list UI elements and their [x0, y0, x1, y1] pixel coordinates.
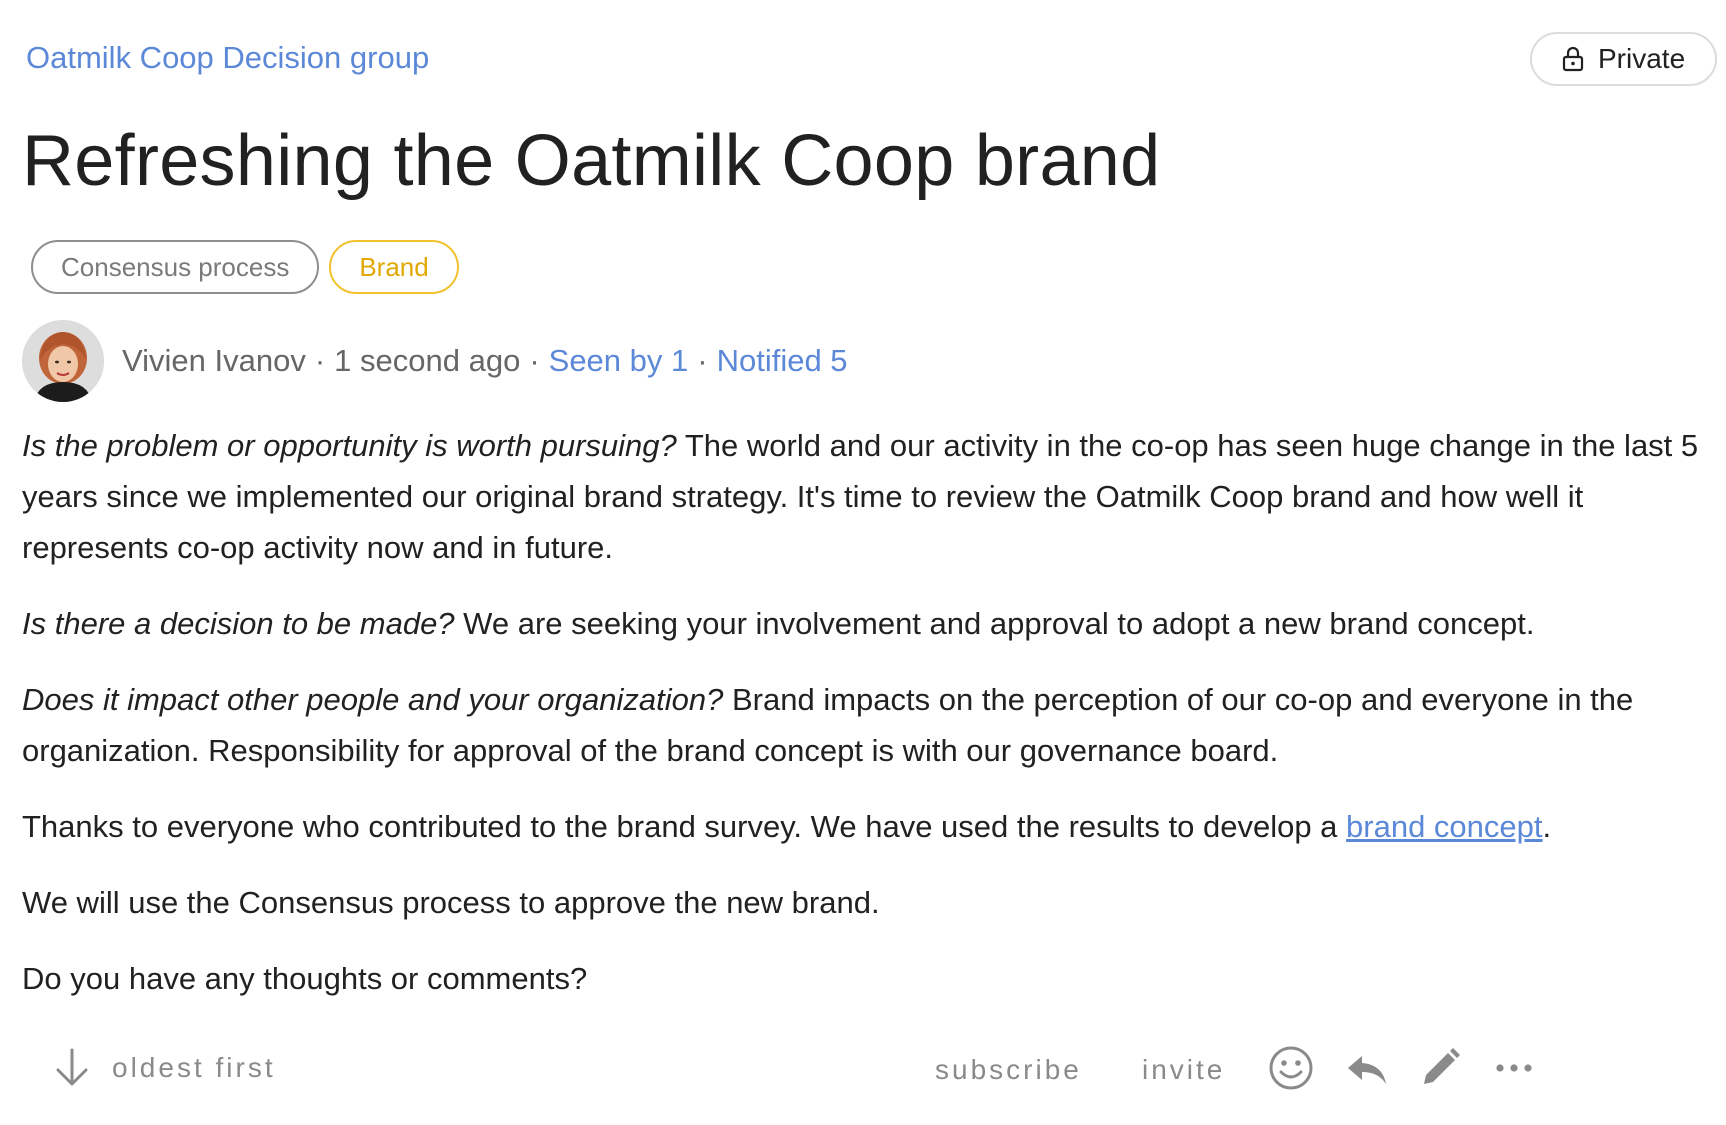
reply-icon[interactable]	[1342, 1044, 1390, 1092]
subscribe-button[interactable]: subscribe	[935, 1054, 1082, 1086]
body-question: Does it impact other people and your org…	[22, 682, 724, 717]
body-paragraph: We will use the Consensus process to app…	[22, 877, 1712, 928]
body-paragraph: Do you have any thoughts or comments?	[22, 953, 1712, 1004]
body-paragraph: Is the problem or opportunity is worth p…	[22, 420, 1712, 573]
timestamp: 1 second ago	[334, 343, 521, 378]
body-paragraph: Does it impact other people and your org…	[22, 674, 1712, 776]
body-question: Is there a decision to be made?	[22, 606, 455, 641]
sort-label: oldest first	[112, 1052, 276, 1083]
body-paragraph: Thanks to everyone who contributed to th…	[22, 801, 1712, 852]
tag-brand[interactable]: Brand	[329, 240, 459, 294]
body-paragraph: Is there a decision to be made? We are s…	[22, 598, 1712, 649]
emoji-icon[interactable]	[1267, 1044, 1315, 1092]
avatar[interactable]	[22, 320, 104, 402]
body-text: We are seeking your involvement and appr…	[454, 606, 1535, 641]
invite-button[interactable]: invite	[1142, 1054, 1225, 1086]
body-text: .	[1542, 809, 1552, 844]
body-text: Thanks to everyone who contributed to th…	[22, 809, 1347, 844]
lock-icon	[1562, 46, 1584, 72]
notified-link[interactable]: Notified 5	[717, 343, 848, 379]
sort-button[interactable]: oldest first	[52, 1046, 276, 1090]
edit-icon[interactable]	[1416, 1044, 1464, 1092]
meta-separator: ·	[529, 343, 540, 378]
arrow-down-icon	[52, 1046, 92, 1090]
body-question: Is the problem or opportunity is worth p…	[22, 428, 677, 463]
meta-separator: ·	[314, 343, 326, 378]
group-link[interactable]: Oatmilk Coop Decision group	[26, 40, 429, 76]
more-icon[interactable]	[1490, 1044, 1538, 1092]
privacy-button[interactable]: Private	[1530, 32, 1718, 86]
privacy-label: Private	[1598, 43, 1686, 74]
thread-meta: Vivien Ivanov · 1 second ago · Seen by 1…	[22, 320, 848, 402]
thread-body: Is the problem or opportunity is worth p…	[22, 420, 1712, 1029]
body-text: Do you have any thoughts or comments?	[22, 961, 588, 996]
thread-actions: oldest first subscribe invite	[22, 1040, 1712, 1104]
tag-consensus-process[interactable]: Consensus process	[31, 240, 320, 294]
tag-list: Consensus process Brand	[31, 240, 459, 294]
meta-separator: ·	[697, 343, 708, 378]
author-name[interactable]: Vivien Ivanov	[122, 343, 306, 379]
thread-page: Oatmilk Coop Decision group Private Refr…	[22, 0, 1718, 1125]
seen-by-link[interactable]: Seen by 1	[549, 343, 689, 379]
thread-title: Refreshing the Oatmilk Coop brand	[22, 121, 1161, 201]
brand-concept-link[interactable]: brand concept	[1346, 809, 1542, 844]
body-text: We will use the Consensus process to app…	[22, 885, 880, 920]
